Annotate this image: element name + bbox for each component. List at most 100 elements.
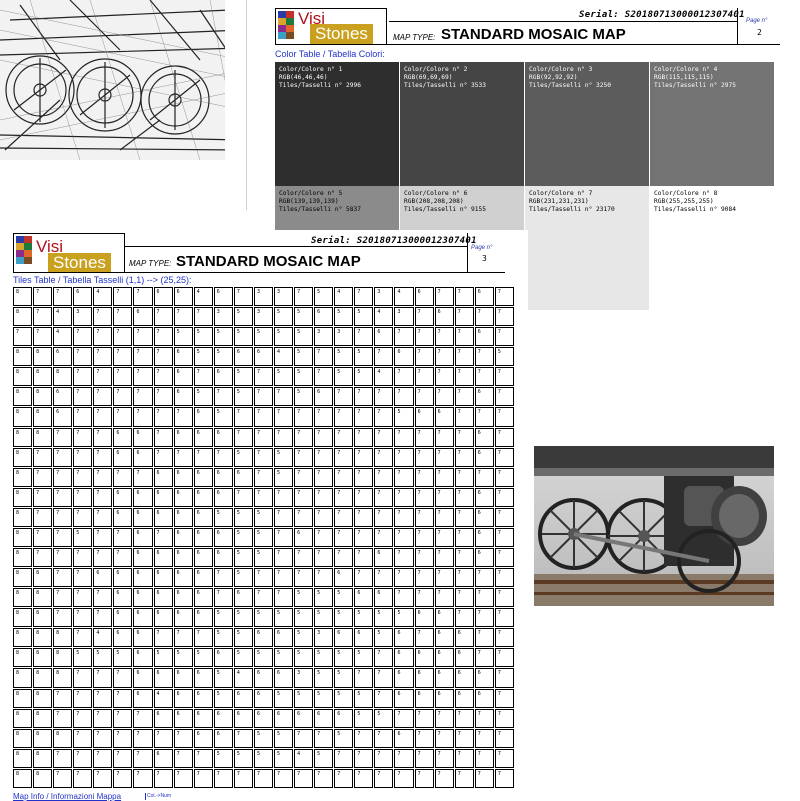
tile-cell: 6 xyxy=(193,608,213,628)
tile-cell: 6 xyxy=(474,487,494,507)
tile-cell: 6 xyxy=(334,708,354,728)
tile-cell: 6 xyxy=(233,467,253,487)
tile-cell: 6 xyxy=(434,608,454,628)
tile-cell: 5 xyxy=(233,367,253,387)
tile-cell: 5 xyxy=(274,748,294,768)
tile-cell: 8 xyxy=(33,668,53,688)
tile-cell: 7 xyxy=(73,688,93,708)
tile-cell: 7 xyxy=(253,588,274,608)
tile-cell: 6 xyxy=(133,548,153,568)
tile-cell: 7 xyxy=(113,768,133,788)
color-swatch-label: Color/Colore n° 8 RGB(255,255,255) Tiles/T… xyxy=(654,190,736,214)
tile-cell: 7 xyxy=(33,548,53,568)
tile-cell: 7 xyxy=(374,688,394,708)
tile-cell: 7 xyxy=(414,387,434,407)
footer-divider xyxy=(145,793,146,800)
tile-cell: 5 xyxy=(153,648,173,668)
tile-cell: 3 xyxy=(374,287,394,307)
tile-cell: 8 xyxy=(33,347,53,367)
tile-cell: 7 xyxy=(434,287,454,307)
tile-cell: 7 xyxy=(434,748,454,768)
tile-cell: 7 xyxy=(133,327,153,347)
tile-cell: 5 xyxy=(334,668,354,688)
tile-cell: 6 xyxy=(113,608,133,628)
tile-cell: 5 xyxy=(314,668,334,688)
tile-cell: 7 xyxy=(73,768,93,788)
tile-cell: 8 xyxy=(13,668,33,688)
map-type-value: STANDARD MOSAIC MAP xyxy=(176,253,361,270)
tile-cell: 7 xyxy=(414,367,434,387)
tile-cell: 6 xyxy=(474,447,494,467)
tile-cell: 6 xyxy=(233,588,253,608)
tile-cell: 6 xyxy=(113,568,133,588)
tile-cell: 4 xyxy=(334,287,354,307)
tile-cell: 5 xyxy=(93,648,113,668)
tile-cell: 5 xyxy=(274,447,294,467)
tile-cell: 7 xyxy=(414,447,434,467)
tile-cell: 6 xyxy=(434,628,454,648)
tile-cell: 8 xyxy=(13,507,33,527)
tile-cell: 7 xyxy=(213,387,233,407)
tile-cell: 5 xyxy=(294,628,314,648)
tile-cell: 7 xyxy=(354,287,374,307)
tile-cell: 7 xyxy=(494,427,514,447)
tile-cell: 6 xyxy=(454,668,474,688)
tile-cell: 6 xyxy=(454,688,474,708)
tile-cell: 5 xyxy=(294,608,314,628)
tile-cell: 6 xyxy=(193,527,213,548)
tile-cell: 6 xyxy=(474,688,494,708)
tile-cell: 6 xyxy=(153,708,173,728)
tile-cell: 8 xyxy=(13,548,33,568)
tile-cell: 7 xyxy=(354,467,374,487)
tile-cell: 7 xyxy=(133,708,153,728)
tile-cell: 8 xyxy=(13,427,33,447)
tile-cell: 7 xyxy=(394,588,414,608)
tile-cell: 7 xyxy=(454,748,474,768)
tile-cell: 7 xyxy=(454,608,474,628)
tile-cell: 7 xyxy=(274,487,294,507)
tile-cell: 5 xyxy=(494,347,514,367)
tile-cell: 5 xyxy=(354,688,374,708)
tile-cell: 8 xyxy=(13,688,33,708)
tile-cell: 8 xyxy=(33,427,53,447)
page-number-label: Page n° xyxy=(746,18,768,24)
tile-cell: 6 xyxy=(193,688,213,708)
tile-cell: 5 xyxy=(233,527,253,548)
tile-cell: 8 xyxy=(33,768,53,788)
tile-cell: 6 xyxy=(193,548,213,568)
tile-cell: 4 xyxy=(374,367,394,387)
tile-cell: 4 xyxy=(193,287,213,307)
tile-cell: 6 xyxy=(454,628,474,648)
tile-cell: 6 xyxy=(274,708,294,728)
tile-cell: 6 xyxy=(173,588,193,608)
tile-cell: 5 xyxy=(294,347,314,367)
tile-cell: 7 xyxy=(434,367,454,387)
tile-cell: 7 xyxy=(354,407,374,427)
tile-cell: 6 xyxy=(474,548,494,568)
tile-cell: 7 xyxy=(253,568,274,588)
tile-cell: 7 xyxy=(274,768,294,788)
header-bottom-rule xyxy=(275,44,780,45)
tile-cell: 8 xyxy=(13,608,33,628)
map-type-label: MAP TYPE: xyxy=(393,33,436,42)
swatch-rgb: RGB(46,46,46) xyxy=(279,74,328,81)
tile-cell: 7 xyxy=(113,728,133,748)
tile-cell: 5 xyxy=(253,548,274,568)
tile-cell: 7 xyxy=(73,728,93,748)
tile-cell: 7 xyxy=(113,527,133,548)
tile-cell: 7 xyxy=(314,467,334,487)
tile-cell: 7 xyxy=(494,287,514,307)
tile-cell: 8 xyxy=(13,728,33,748)
tile-cell: 7 xyxy=(494,728,514,748)
tile-cell: 6 xyxy=(53,407,73,427)
tile-cell: 4 xyxy=(93,628,113,648)
tile-cell: 7 xyxy=(494,768,514,788)
tile-cell: 6 xyxy=(153,568,173,588)
tile-cell: 7 xyxy=(113,307,133,327)
mosaic-logo-icon xyxy=(278,11,294,39)
tile-cell: 7 xyxy=(474,407,494,427)
tile-cell: 6 xyxy=(93,568,113,588)
tile-cell: 4 xyxy=(153,688,173,708)
tile-cell: 5 xyxy=(213,628,233,648)
tile-cell: 5 xyxy=(233,387,253,407)
